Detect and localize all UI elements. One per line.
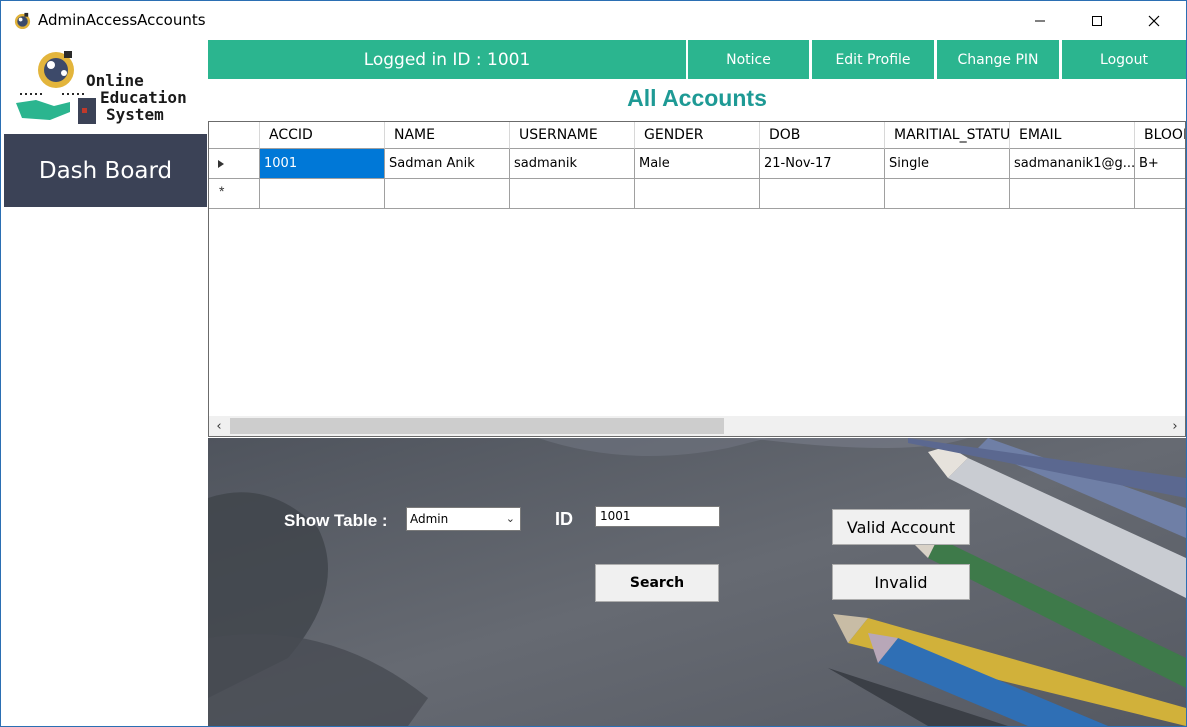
top-bar: Logged in ID : 1001 Notice Edit Profile … xyxy=(208,40,1186,80)
new-row-header[interactable]: * xyxy=(209,179,260,209)
search-panel: Show Table : Admin ⌄ ID 1001 Search Vali… xyxy=(208,438,1186,726)
edit-profile-button[interactable]: Edit Profile xyxy=(812,40,934,79)
column-header-accid[interactable]: ACCID xyxy=(260,122,385,149)
accounts-grid[interactable]: ACCID NAME USERNAME GENDER DOB MARITIAL_STATU… xyxy=(208,121,1186,437)
column-header-blood[interactable]: BLOOD xyxy=(1135,122,1185,149)
new-row-cell-gender[interactable] xyxy=(635,179,760,209)
column-header-username[interactable]: USERNAME xyxy=(510,122,635,149)
grid-corner-header[interactable] xyxy=(209,122,260,149)
notice-button[interactable]: Notice xyxy=(688,40,809,79)
cell-name[interactable]: Sadman Anik xyxy=(385,149,510,179)
close-button[interactable] xyxy=(1131,1,1177,40)
cell-dob[interactable]: 21-Nov-17 xyxy=(760,149,885,179)
minimize-icon xyxy=(1035,20,1045,21)
minimize-button[interactable] xyxy=(1017,1,1063,40)
scroll-thumb[interactable] xyxy=(230,418,724,434)
current-row-arrow-icon xyxy=(218,160,224,168)
new-row-cell-accid[interactable] xyxy=(260,179,385,209)
new-row-cell-dob[interactable] xyxy=(760,179,885,209)
app-logo: Online Education System xyxy=(14,48,194,128)
scroll-right-icon[interactable]: › xyxy=(1165,416,1185,436)
scroll-left-icon[interactable]: ‹ xyxy=(209,416,229,436)
id-label: ID xyxy=(555,509,573,529)
maximize-icon xyxy=(1092,15,1102,26)
maximize-button[interactable] xyxy=(1074,1,1120,40)
window-title: AdminAccessAccounts xyxy=(38,11,206,29)
cell-maritial_statu[interactable]: Single xyxy=(885,149,1010,179)
column-header-dob[interactable]: DOB xyxy=(760,122,885,149)
column-header-name[interactable]: NAME xyxy=(385,122,510,149)
dashboard-button[interactable]: Dash Board xyxy=(4,134,207,207)
column-header-email[interactable]: EMAIL xyxy=(1010,122,1135,149)
cell-username[interactable]: sadmanik xyxy=(510,149,635,179)
new-row-cell-username[interactable] xyxy=(510,179,635,209)
change-pin-button[interactable]: Change PIN xyxy=(937,40,1059,79)
search-button[interactable]: Search xyxy=(595,564,719,602)
show-table-value: Admin xyxy=(410,512,449,526)
logout-button[interactable]: Logout xyxy=(1062,40,1186,79)
logo-text-online: Online xyxy=(86,71,144,90)
row-header[interactable] xyxy=(209,149,260,179)
sidebar: Online Education System Dash Board xyxy=(4,40,208,726)
app-logo-icon xyxy=(14,12,31,30)
logo-text-education: Education xyxy=(100,88,187,107)
chevron-down-icon: ⌄ xyxy=(505,512,515,525)
id-input[interactable]: 1001 xyxy=(595,506,720,527)
cell-accid[interactable]: 1001 xyxy=(260,149,385,179)
show-table-select[interactable]: Admin ⌄ xyxy=(406,507,521,531)
invalid-button[interactable]: Invalid xyxy=(832,564,970,600)
title-bar: AdminAccessAccounts xyxy=(1,1,1186,40)
app-window: AdminAccessAccounts Online Education Sys… xyxy=(0,0,1187,727)
horizontal-scrollbar[interactable]: ‹ › xyxy=(209,416,1185,436)
cell-gender[interactable]: Male xyxy=(635,149,760,179)
new-row-cell-name[interactable] xyxy=(385,179,510,209)
new-row-marker: * xyxy=(219,183,225,199)
cell-email[interactable]: sadmananik1@g... xyxy=(1010,149,1135,179)
logged-in-label: Logged in ID : 1001 xyxy=(208,40,686,79)
new-row-cell-maritial_statu[interactable] xyxy=(885,179,1010,209)
show-table-label: Show Table : xyxy=(284,511,388,530)
valid-account-button[interactable]: Valid Account xyxy=(832,509,970,545)
cell-blood[interactable]: B+ xyxy=(1135,149,1185,179)
page-title: All Accounts xyxy=(627,85,767,111)
close-icon xyxy=(1148,15,1160,26)
column-header-gender[interactable]: GENDER xyxy=(635,122,760,149)
logo-text-system: System xyxy=(106,105,164,124)
new-row-cell-blood[interactable] xyxy=(1135,179,1185,209)
column-header-maritial_statu[interactable]: MARITIAL_STATU xyxy=(885,122,1010,149)
new-row-cell-email[interactable] xyxy=(1010,179,1135,209)
